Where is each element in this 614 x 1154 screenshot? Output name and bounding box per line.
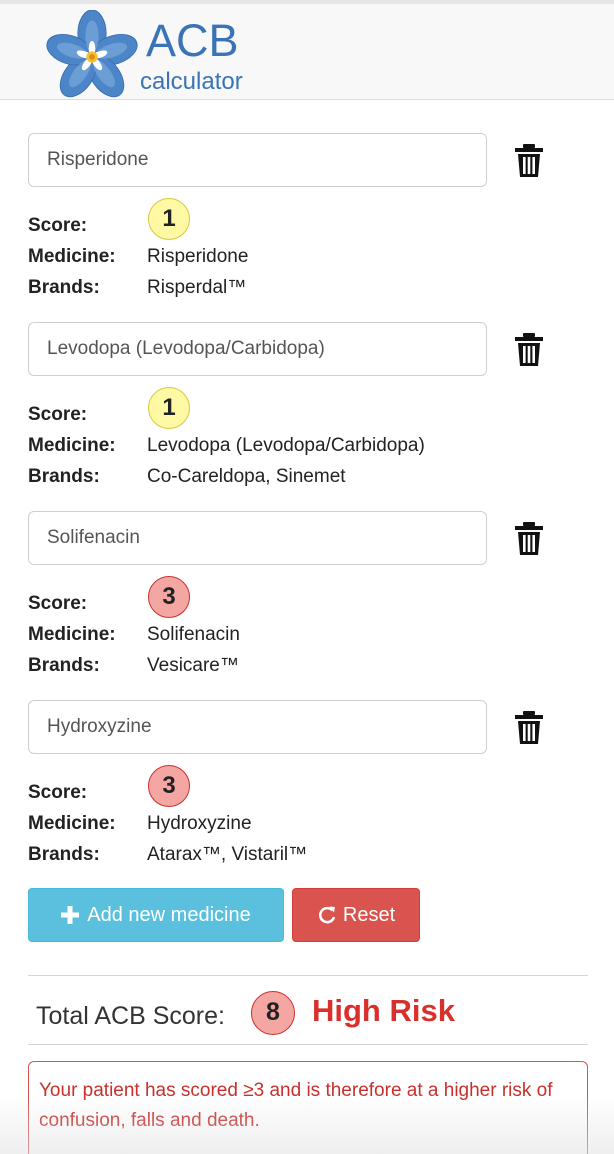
plus-icon xyxy=(61,906,80,924)
medicine-input[interactable] xyxy=(28,322,487,376)
score-badge: 1 xyxy=(148,198,190,240)
medicine-input[interactable] xyxy=(28,700,487,754)
brands-value: Atarax™, Vistaril™ xyxy=(147,844,308,865)
score-label: Score: xyxy=(28,593,88,614)
flower-logo-icon xyxy=(46,10,138,98)
score-badge: 3 xyxy=(148,765,190,807)
logo-subtitle: calculator xyxy=(140,68,243,95)
total-score-label: Total ACB Score: xyxy=(36,1002,225,1030)
medicine-label: Medicine: xyxy=(28,246,116,267)
medicine-name: Hydroxyzine xyxy=(147,813,252,834)
medicine-entry: 1 Score: Medicine: Levodopa (Levodopa/Ca… xyxy=(28,322,588,502)
brands-label: Brands: xyxy=(28,844,100,865)
medicine-entry: 1 Score: Medicine: Risperidone Brands: R… xyxy=(28,133,588,313)
brands-label: Brands: xyxy=(28,466,100,487)
score-badge: 1 xyxy=(148,387,190,429)
trash-icon[interactable] xyxy=(513,332,545,368)
divider-top xyxy=(28,975,588,976)
score-label: Score: xyxy=(28,404,88,425)
brands-label: Brands: xyxy=(28,655,100,676)
medicine-name: Levodopa (Levodopa/Carbidopa) xyxy=(147,435,425,456)
divider-bottom xyxy=(28,1044,588,1045)
reset-button[interactable]: Reset xyxy=(292,888,420,942)
medicine-entry: 3 Score: Medicine: Hydroxyzine Brands: A… xyxy=(28,700,588,880)
brands-value: Vesicare™ xyxy=(147,655,239,676)
medicine-name: Solifenacin xyxy=(147,624,240,645)
add-medicine-label: Add new medicine xyxy=(87,903,251,926)
medicine-input[interactable] xyxy=(28,511,487,565)
brands-value: Risperdal™ xyxy=(147,277,247,298)
trash-icon[interactable] xyxy=(513,521,545,557)
score-label: Score: xyxy=(28,215,88,236)
medicine-label: Medicine: xyxy=(28,813,116,834)
reset-label: Reset xyxy=(342,903,396,926)
brands-value: Co-Careldopa, Sinemet xyxy=(147,466,346,487)
total-score-badge: 8 xyxy=(251,991,295,1035)
add-medicine-button[interactable]: Add new medicine xyxy=(28,888,284,942)
trash-icon[interactable] xyxy=(513,143,545,179)
medicine-input[interactable] xyxy=(28,133,487,187)
brands-label: Brands: xyxy=(28,277,100,298)
risk-level: High Risk xyxy=(312,993,455,1028)
medicine-label: Medicine: xyxy=(28,624,116,645)
score-badge: 3 xyxy=(148,576,190,618)
logo-title: ACB xyxy=(146,15,239,66)
refresh-icon xyxy=(318,906,336,924)
score-label: Score: xyxy=(28,782,88,803)
medicine-entry: 3 Score: Medicine: Solifenacin Brands: V… xyxy=(28,511,588,691)
risk-alert: Your patient has scored ≥3 and is theref… xyxy=(28,1061,588,1154)
app-header: ACB calculator xyxy=(0,0,614,100)
risk-alert-message: Your patient has scored ≥3 and is theref… xyxy=(39,1080,553,1131)
trash-icon[interactable] xyxy=(513,710,545,746)
medicine-name: Risperidone xyxy=(147,246,249,267)
medicine-label: Medicine: xyxy=(28,435,116,456)
